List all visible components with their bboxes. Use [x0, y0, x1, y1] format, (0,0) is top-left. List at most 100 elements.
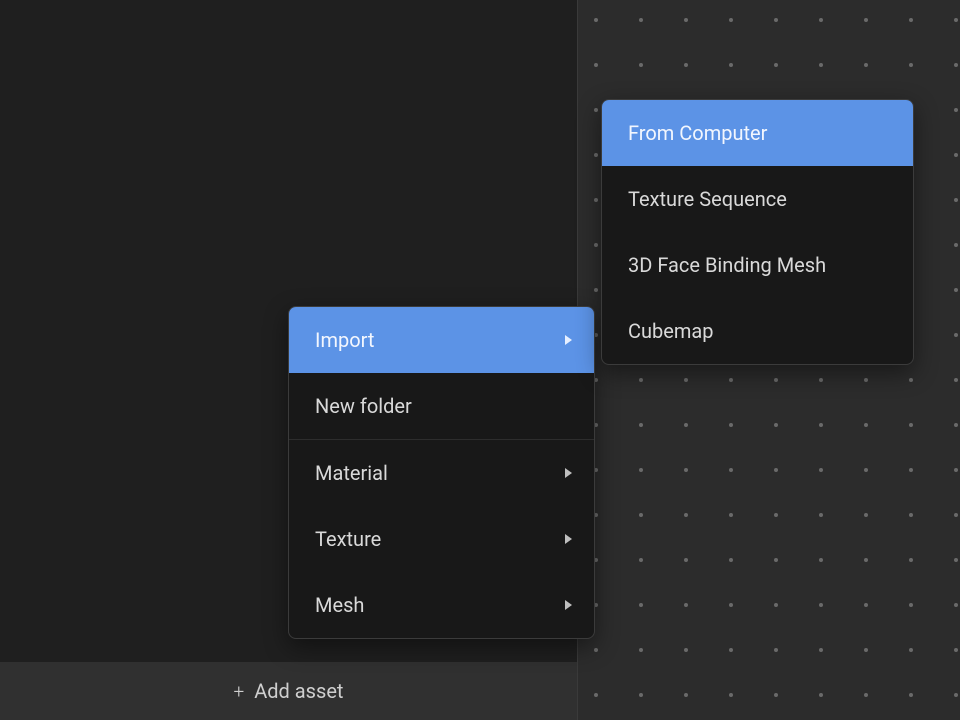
grid-dot	[954, 558, 958, 562]
grid-dot	[639, 648, 643, 652]
grid-dot	[729, 513, 733, 517]
grid-dot	[774, 423, 778, 427]
grid-dot	[909, 468, 913, 472]
grid-dot	[864, 378, 868, 382]
chevron-right-icon	[565, 534, 572, 544]
grid-dot	[594, 288, 598, 292]
grid-dot	[639, 603, 643, 607]
menu-item-label: Texture	[315, 527, 381, 551]
grid-dot	[684, 603, 688, 607]
grid-dot	[729, 378, 733, 382]
grid-dot	[729, 468, 733, 472]
grid-dot	[639, 378, 643, 382]
submenu-item-cubemap[interactable]: Cubemap	[602, 298, 913, 364]
grid-dot	[684, 648, 688, 652]
grid-dot	[954, 513, 958, 517]
grid-dot	[594, 18, 598, 22]
grid-dot	[864, 603, 868, 607]
grid-dot	[819, 513, 823, 517]
menu-item-material[interactable]: Material	[289, 440, 594, 506]
chevron-right-icon	[565, 600, 572, 610]
context-menu-import: From Computer Texture Sequence 3D Face Bin…	[601, 99, 914, 365]
chevron-right-icon	[565, 468, 572, 478]
grid-dot	[684, 558, 688, 562]
grid-dot	[819, 468, 823, 472]
grid-dot	[909, 648, 913, 652]
context-menu-primary: Import New folder Material Texture Mesh	[288, 306, 595, 639]
grid-dot	[954, 63, 958, 67]
menu-item-import[interactable]: Import	[289, 307, 594, 373]
grid-dot	[774, 468, 778, 472]
submenu-item-label: Cubemap	[628, 319, 714, 343]
menu-item-texture[interactable]: Texture	[289, 506, 594, 572]
grid-dot	[774, 558, 778, 562]
submenu-item-label: Texture Sequence	[628, 187, 787, 211]
grid-dot	[639, 18, 643, 22]
grid-dot	[729, 423, 733, 427]
grid-dot	[639, 558, 643, 562]
grid-dot	[684, 378, 688, 382]
submenu-item-from-computer[interactable]: From Computer	[602, 100, 913, 166]
grid-dot	[639, 468, 643, 472]
chevron-right-icon	[565, 335, 572, 345]
grid-dot	[684, 63, 688, 67]
grid-dot	[774, 63, 778, 67]
grid-dot	[954, 648, 958, 652]
grid-dot	[864, 63, 868, 67]
grid-dot	[819, 648, 823, 652]
grid-dot	[909, 693, 913, 697]
grid-dot	[594, 153, 598, 157]
grid-dot	[909, 513, 913, 517]
grid-dot	[774, 18, 778, 22]
grid-dot	[864, 18, 868, 22]
grid-dot	[864, 423, 868, 427]
submenu-item-label: 3D Face Binding Mesh	[628, 253, 826, 277]
add-asset-label: Add asset	[254, 679, 343, 703]
grid-dot	[729, 603, 733, 607]
menu-item-mesh[interactable]: Mesh	[289, 572, 594, 638]
grid-dot	[954, 18, 958, 22]
add-asset-button[interactable]: + Add asset	[0, 662, 577, 720]
grid-dot	[729, 558, 733, 562]
submenu-item-3d-face-binding-mesh[interactable]: 3D Face Binding Mesh	[602, 232, 913, 298]
grid-dot	[684, 693, 688, 697]
grid-dot	[909, 558, 913, 562]
grid-dot	[639, 63, 643, 67]
grid-dot	[774, 603, 778, 607]
grid-dot	[864, 693, 868, 697]
grid-dot	[909, 423, 913, 427]
grid-dot	[864, 648, 868, 652]
grid-dot	[684, 18, 688, 22]
plus-icon: +	[234, 682, 245, 701]
grid-dot	[819, 18, 823, 22]
grid-dot	[954, 243, 958, 247]
grid-dot	[684, 513, 688, 517]
submenu-item-texture-sequence[interactable]: Texture Sequence	[602, 166, 913, 232]
grid-dot	[954, 333, 958, 337]
grid-dot	[819, 693, 823, 697]
grid-dot	[864, 468, 868, 472]
grid-dot	[909, 603, 913, 607]
menu-item-label: New folder	[315, 394, 412, 418]
menu-item-label: Import	[315, 328, 374, 352]
grid-dot	[774, 513, 778, 517]
grid-dot	[774, 378, 778, 382]
grid-dot	[954, 693, 958, 697]
grid-dot	[864, 558, 868, 562]
grid-dot	[864, 513, 868, 517]
grid-dot	[954, 153, 958, 157]
grid-dot	[954, 423, 958, 427]
grid-dot	[684, 423, 688, 427]
grid-dot	[819, 63, 823, 67]
grid-dot	[819, 558, 823, 562]
grid-dot	[729, 648, 733, 652]
grid-dot	[819, 423, 823, 427]
grid-dot	[819, 603, 823, 607]
grid-dot	[594, 198, 598, 202]
menu-item-label: Material	[315, 461, 388, 485]
grid-dot	[954, 288, 958, 292]
grid-dot	[774, 693, 778, 697]
grid-dot	[954, 378, 958, 382]
menu-item-new-folder[interactable]: New folder	[289, 373, 594, 439]
grid-dot	[729, 693, 733, 697]
